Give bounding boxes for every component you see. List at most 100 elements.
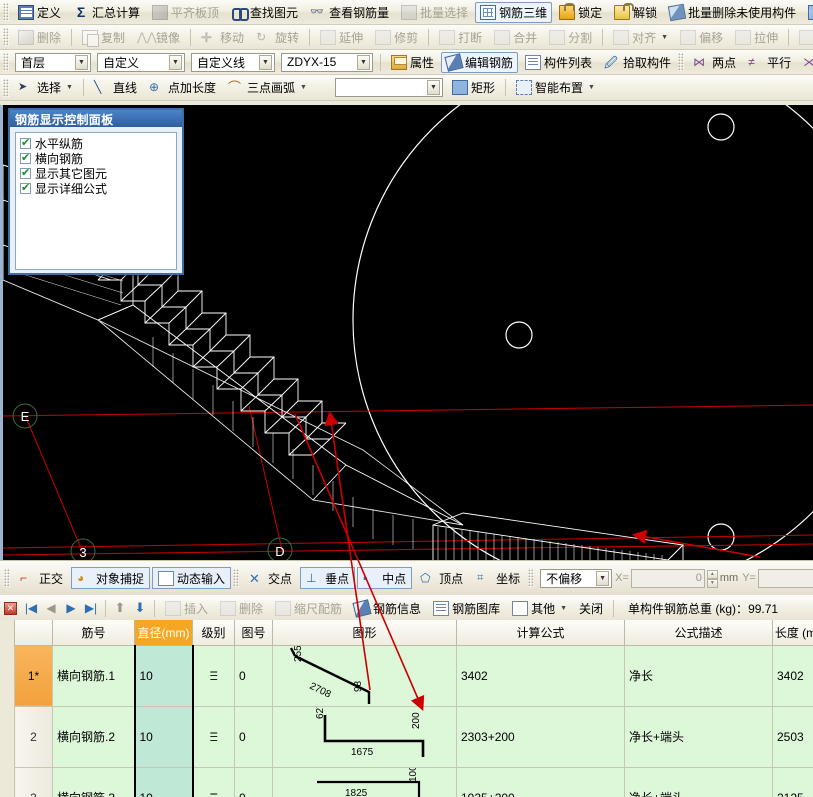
button-parallel[interactable]: ≠ 平行	[743, 52, 796, 73]
tool-smart-layout[interactable]: 智能布置 ▼	[511, 77, 600, 98]
toolbar-grip[interactable]	[678, 53, 685, 71]
toolbar-item-summary-calc[interactable]: Σ 汇总计算	[68, 2, 145, 23]
toolbar-item-batch-delete-unused[interactable]: 批量删除未使用构件	[664, 2, 801, 23]
toolbar-item-break[interactable]: 打断	[434, 27, 487, 48]
chevron-down-icon[interactable]: ▼	[66, 84, 73, 91]
toolbar-item-merge[interactable]: 合并	[489, 27, 542, 48]
cell-length[interactable]: 2503	[772, 705, 813, 768]
cell-grade[interactable]: Ⲷ	[192, 705, 235, 768]
toolbar-item-extend[interactable]: 延伸	[315, 27, 368, 48]
button-pick-component[interactable]: 🖉 拾取构件	[599, 52, 676, 73]
component-selector[interactable]: ZDYX-15 ▼	[281, 52, 373, 72]
th-grade[interactable]: 级别	[192, 620, 235, 646]
toolbar-grip[interactable]	[3, 3, 9, 21]
move-down-icon[interactable]: ⬇	[130, 598, 150, 618]
toolbar-item-rotate[interactable]: ↻ 旋转	[251, 27, 304, 48]
toolbar-grip[interactable]	[233, 569, 240, 587]
button-delete-row[interactable]: 删除	[215, 598, 268, 619]
button-properties[interactable]: 属性	[386, 52, 439, 73]
cell-length[interactable]: 2125	[772, 766, 813, 797]
toolbar-item-define[interactable]: 定义	[13, 2, 66, 23]
prev-record-icon[interactable]: ◀	[41, 598, 61, 618]
button-close-panel[interactable]: 关闭	[574, 598, 608, 619]
tool-arc-3point[interactable]: ⌒ 三点画弧 ▼	[223, 77, 312, 98]
tool-line[interactable]: ╲ 直线	[89, 77, 142, 98]
cell-figure-no[interactable]: 0	[234, 766, 273, 797]
table-row[interactable]: 3 横向钢筋.3 10 Ⲷ 0 1825 100 1925+200 净长+端头	[14, 766, 813, 797]
chevron-down-icon[interactable]: ▼	[588, 84, 595, 91]
th-shape[interactable]: 图形	[272, 620, 457, 646]
chevron-down-icon[interactable]: ▼	[661, 34, 668, 41]
cell-rebar-name[interactable]: 横向钢筋.1	[52, 644, 135, 707]
th-formula[interactable]: 计算公式	[456, 620, 625, 646]
chevron-down-icon[interactable]: ▼	[596, 570, 610, 586]
chevron-down-icon[interactable]: ▼	[560, 605, 567, 612]
chevron-down-icon[interactable]: ▼	[426, 80, 440, 95]
cell-formula[interactable]: 3402	[456, 644, 625, 707]
tool-select[interactable]: ➤ 选择 ▼	[13, 77, 78, 98]
move-up-icon[interactable]: ⬆	[110, 598, 130, 618]
cell-diameter[interactable]: 10	[133, 705, 194, 768]
checkbox-row-show-detailed-formula[interactable]: 显示详细公式	[20, 181, 172, 196]
offset-mode-selector[interactable]: 不偏移 ▼	[540, 568, 613, 588]
button-component-list[interactable]: 构件列表	[520, 52, 597, 73]
cell-figure-no[interactable]: 0	[234, 705, 273, 768]
toolbar-item-set-grip[interactable]: 设置夹点	[794, 27, 813, 48]
y-input[interactable]: 0	[757, 568, 813, 588]
button-insert-row[interactable]: 插入	[160, 598, 213, 619]
button-edit-rebar[interactable]: 编辑钢筋	[441, 51, 519, 73]
check-icon[interactable]	[20, 181, 31, 194]
toolbar-grip[interactable]	[3, 78, 9, 97]
rebar-table-container[interactable]: 筋号 直径(mm) 级别 图号 图形 计算公式 公式描述 长度 (mm) 1* …	[0, 620, 813, 797]
toolbar-item-move[interactable]: ✛ 移动	[196, 27, 249, 48]
toolbar-grip[interactable]	[3, 53, 9, 71]
subcategory-selector[interactable]: 自定义线 ▼	[191, 52, 275, 72]
snap-perpendicular[interactable]: ⊥ 垂点	[300, 567, 356, 589]
cell-grade[interactable]: Ⲷ	[192, 644, 235, 707]
th-diameter[interactable]: 直径(mm)	[134, 620, 193, 646]
cell-rebar-name[interactable]: 横向钢筋.3	[52, 766, 135, 797]
button-other[interactable]: 其他 ▼	[507, 598, 572, 619]
chevron-down-icon[interactable]: ▼	[75, 54, 88, 70]
cell-shape[interactable]: 1825 100	[272, 766, 457, 797]
cell-grade[interactable]: Ⲷ	[192, 766, 235, 797]
cell-diameter[interactable]: 10	[133, 644, 194, 707]
checkbox-row-transverse-rebar[interactable]: 横向钢筋	[20, 151, 172, 166]
toolbar-item-align[interactable]: 对齐 ▼	[608, 27, 673, 48]
cell-figure-no[interactable]: 0	[234, 644, 273, 707]
toolbar-item-slab-align[interactable]: 平齐板顶	[147, 2, 224, 23]
cell-shape[interactable]: 255 2708 98	[272, 644, 457, 707]
snap-intersection[interactable]: ✕ 交点	[243, 567, 298, 589]
chevron-down-icon[interactable]: ▼	[169, 54, 182, 70]
cell-shape[interactable]: 627 1675 200	[272, 705, 457, 768]
x-stepper[interactable]: ▲ ▼	[706, 569, 718, 588]
toolbar-item-delete[interactable]: 删除	[13, 27, 66, 48]
th-rebar-name[interactable]: 筋号	[52, 620, 135, 646]
cell-rownum[interactable]: 2	[14, 705, 53, 768]
snap-coordinate[interactable]: ⌗ 坐标	[471, 567, 526, 589]
table-row[interactable]: 1* 横向钢筋.1 10 Ⲷ 0 255 2708 98 3402 净长 340…	[14, 644, 813, 707]
checkbox-row-horizontal-longitudinal[interactable]: 水平纵筋	[20, 136, 172, 151]
cell-formula-desc[interactable]: 净长	[624, 644, 773, 707]
toolbar-grip[interactable]	[4, 569, 10, 587]
next-record-icon[interactable]: ▶	[61, 598, 81, 618]
button-scaled-rebar[interactable]: 缩尺配筋	[270, 598, 347, 619]
button-rebar-info[interactable]: 钢筋信息	[349, 598, 426, 619]
cell-formula-desc[interactable]: 净长+端头	[624, 705, 773, 768]
toolbar-item-copy[interactable]: 复制	[77, 27, 130, 48]
snap-vertex[interactable]: ⬠ 顶点	[414, 567, 469, 589]
rebar-display-control-panel[interactable]: 钢筋显示控制面板 水平纵筋 横向钢筋 显示其它图元 显示详细公式	[8, 108, 184, 275]
toolbar-item-find-element[interactable]: 查找图元	[226, 2, 303, 23]
cell-formula[interactable]: 1925+200	[456, 766, 625, 797]
th-rownum[interactable]	[14, 620, 53, 646]
cell-rownum[interactable]: 3	[14, 766, 53, 797]
cell-formula[interactable]: 2303+200	[456, 705, 625, 768]
th-formula-desc[interactable]: 公式描述	[624, 620, 773, 646]
toolbar-item-lock[interactable]: 锁定	[554, 2, 607, 23]
table-row[interactable]: 2 横向钢筋.2 10 Ⲷ 0 627 1675 200 2303+200 净长…	[14, 705, 813, 768]
cell-diameter[interactable]: 10	[133, 766, 194, 797]
toolbar-item-trim[interactable]: 修剪	[370, 27, 423, 48]
snap-midpoint[interactable]: ▪ 中点	[357, 567, 413, 589]
th-figure-no[interactable]: 图号	[234, 620, 273, 646]
draw-style-combo[interactable]: ▼	[334, 78, 443, 97]
